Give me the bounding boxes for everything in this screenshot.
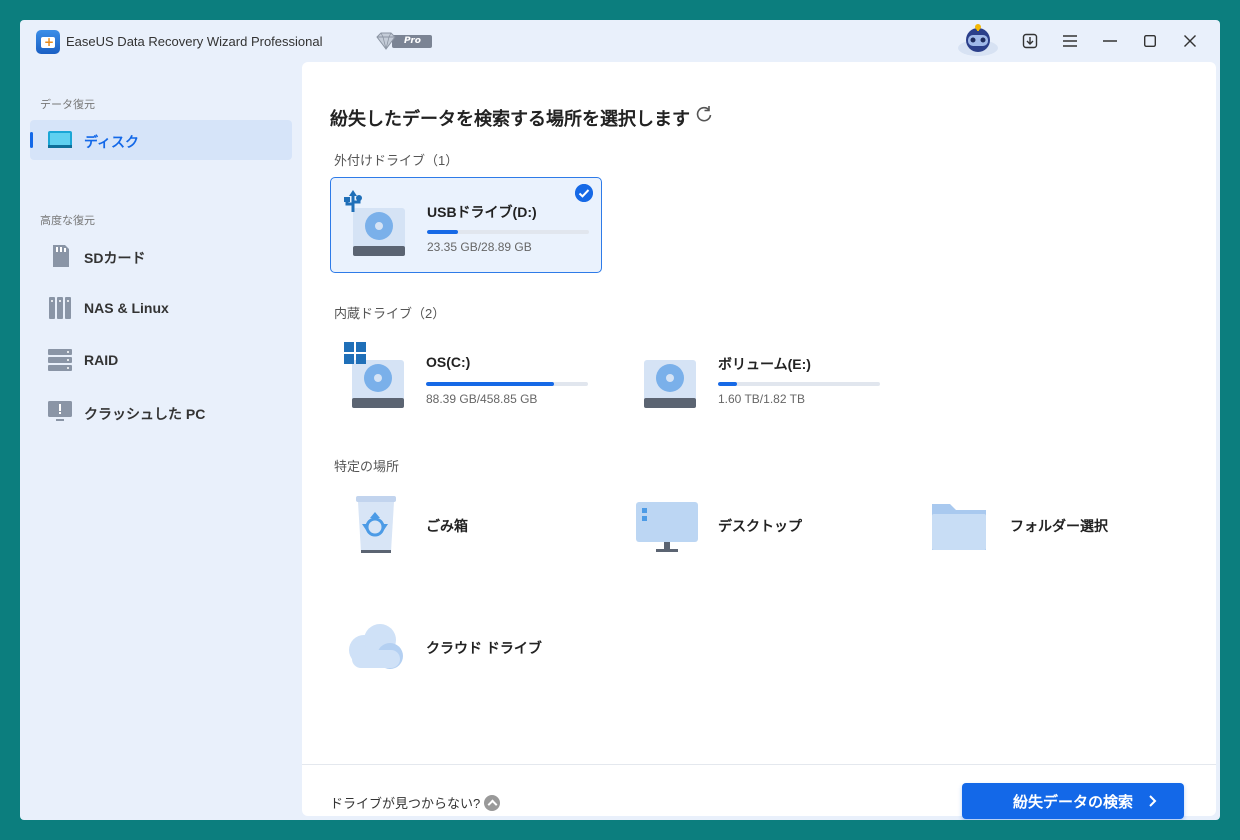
close-button[interactable] [1180, 31, 1200, 51]
download-icon [1022, 33, 1038, 49]
external-drives-label: 外付けドライブ（1） [334, 153, 459, 168]
sidebar-item-raid[interactable]: RAID [30, 340, 292, 380]
sidebar-section-advanced: 高度な復元 [40, 215, 95, 227]
drive-usage-bar [718, 382, 880, 386]
minimize-button[interactable] [1100, 31, 1120, 51]
robot-mascot-icon[interactable] [956, 22, 1000, 58]
main-panel: 紛失したデータを検索する場所を選択します 外付けドライブ（1） USBドライブ(… [302, 62, 1216, 819]
sidebar-item-nas[interactable]: NAS & Linux [30, 288, 292, 328]
sidebar-item-label: RAID [84, 352, 119, 368]
sidebar: データ復元 ディスク 高度な復元 SDカード NAS & Linux RAID … [20, 62, 300, 820]
menu-button[interactable] [1060, 31, 1080, 51]
title-bar: EaseUS Data Recovery Wizard Professional… [20, 20, 1220, 62]
chevron-up-icon [484, 794, 501, 811]
drive-name: OS(C:) [426, 354, 471, 370]
location-recycle-bin[interactable]: ごみ箱 [330, 490, 590, 560]
drive-usage-fill [718, 382, 738, 386]
help-text: ドライブが見つからない? [330, 796, 481, 811]
sidebar-item-label: ディスク [84, 134, 140, 150]
sd-card-icon [53, 245, 69, 267]
drive-usage-fill [426, 382, 554, 386]
hard-drive-icon [644, 360, 696, 408]
internal-drives-label: 内蔵ドライブ（2） [334, 306, 446, 321]
sidebar-item-disk[interactable]: ディスク [30, 120, 292, 160]
specific-location-label: 特定の場所 [334, 459, 400, 474]
minimize-icon [1103, 40, 1117, 42]
sidebar-section-recovery: データ復元 [40, 99, 95, 111]
drive-usage-bar [426, 382, 588, 386]
location-name: クラウド ドライブ [426, 640, 542, 656]
sidebar-item-label: NAS & Linux [84, 300, 169, 316]
crashed-pc-icon [48, 401, 72, 421]
scan-button-label: 紛失データの検索 [1012, 793, 1133, 811]
refresh-icon[interactable] [694, 104, 714, 124]
checkmark-icon [575, 184, 593, 202]
location-name: デスクトップ [718, 518, 802, 534]
download-button[interactable] [1020, 31, 1040, 51]
diamond-icon [376, 32, 396, 50]
cloud-icon [349, 624, 403, 669]
drive-size: 1.60 TB/1.82 TB [718, 392, 805, 406]
maximize-button[interactable] [1140, 31, 1160, 51]
disk-icon [48, 131, 72, 148]
sidebar-item-label: クラッシュした PC [84, 406, 206, 422]
drive-name: USBドライブ(D:) [427, 204, 537, 220]
sidebar-item-label: SDカード [84, 250, 146, 266]
sidebar-item-sd-card[interactable]: SDカード [30, 236, 292, 276]
location-name: ごみ箱 [426, 518, 468, 534]
app-logo-icon [36, 30, 60, 54]
page-title: 紛失したデータを検索する場所を選択します [330, 109, 690, 129]
scan-button[interactable]: 紛失データの検索 [962, 783, 1184, 819]
nas-icon [49, 297, 71, 319]
windows-drive-icon [344, 342, 404, 408]
location-cloud-drive[interactable]: クラウド ドライブ [330, 612, 590, 682]
location-desktop[interactable]: デスクトップ [622, 490, 882, 560]
drive-usb-d[interactable]: USBドライブ(D:) 23.35 GB/28.89 GB [330, 177, 602, 273]
desktop-icon [636, 502, 698, 552]
drive-usage-bar [427, 230, 589, 234]
maximize-icon [1144, 35, 1156, 47]
menu-icon [1063, 35, 1077, 47]
location-name: フォルダー選択 [1010, 518, 1108, 534]
app-title: EaseUS Data Recovery Wizard Professional [66, 34, 323, 49]
chevron-right-icon [1149, 795, 1157, 807]
sidebar-item-crashed-pc[interactable]: クラッシュした PC [30, 392, 292, 432]
drive-usage-fill [427, 230, 458, 234]
recycle-bin-icon [356, 496, 396, 553]
pro-badge: Pro [374, 32, 432, 50]
drive-not-found-link[interactable]: ドライブが見つからない? [330, 793, 501, 812]
usb-drive-icon [344, 190, 405, 256]
drive-size: 88.39 GB/458.85 GB [426, 392, 538, 406]
app-window: EaseUS Data Recovery Wizard Professional… [20, 20, 1220, 820]
drive-os-c[interactable]: OS(C:) 88.39 GB/458.85 GB [330, 330, 602, 426]
folder-icon [932, 504, 986, 550]
drive-size: 23.35 GB/28.89 GB [427, 240, 532, 254]
drive-name: ボリューム(E:) [718, 356, 811, 372]
pro-label: Pro [392, 35, 432, 48]
close-icon [1184, 35, 1196, 47]
location-select-folder[interactable]: フォルダー選択 [914, 490, 1174, 560]
drive-volume-e[interactable]: ボリューム(E:) 1.60 TB/1.82 TB [622, 330, 894, 426]
raid-icon [48, 349, 72, 371]
footer-bar: ドライブが見つからない? 紛失データの検索 [302, 764, 1216, 819]
